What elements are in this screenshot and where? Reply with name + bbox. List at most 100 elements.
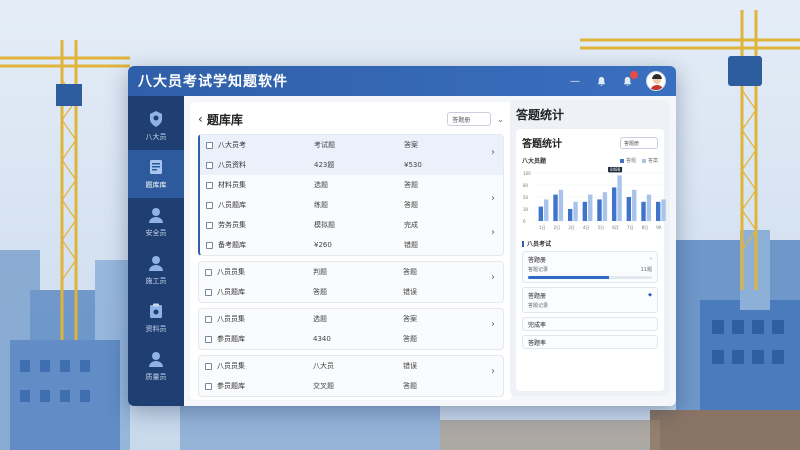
x-tick-label: 5日 — [598, 225, 605, 230]
table-row[interactable]: 参员题库 交叉题 答题 — [199, 376, 503, 396]
row-checkbox[interactable] — [205, 335, 212, 343]
chevron-right-icon[interactable]: › — [491, 147, 495, 158]
table-row[interactable]: 八大员考 考试题 答案 — [200, 135, 503, 155]
table-row[interactable]: 劳务员集 模拟题 完成 — [200, 215, 503, 235]
sidebar-item-tiku[interactable]: 题库库 — [128, 150, 184, 198]
chevron-right-icon[interactable]: › — [491, 272, 495, 283]
table-row[interactable]: 材料员集 选题 答题 — [200, 175, 503, 195]
row-checkbox[interactable] — [206, 201, 213, 209]
y-tick-label: 80 — [523, 183, 529, 188]
chart-bar — [597, 199, 602, 221]
row-checkbox[interactable] — [206, 241, 213, 249]
row-checkbox[interactable] — [205, 362, 212, 370]
stat-row[interactable]: 答题率 — [522, 335, 658, 349]
document-icon — [150, 160, 162, 174]
notification-badge — [630, 71, 638, 79]
clipboard-icon — [150, 303, 162, 318]
legend-item: 答题 — [619, 157, 636, 164]
table-row[interactable]: 八员员集 八大员 错误 — [199, 356, 503, 376]
chart-annotation: 8488 — [608, 166, 623, 173]
sidebar-item-label: 质量员 — [145, 373, 167, 381]
user-icon — [149, 352, 163, 367]
table-row[interactable]: 八员资料 423题 ¥530 — [200, 155, 503, 175]
sidebar-item-shigongyuan[interactable]: 施工员 — [128, 246, 184, 294]
chart-bar — [602, 192, 608, 221]
notification-icon[interactable] — [620, 71, 638, 88]
question-group: › › › 八大员考 考试题 答案 八员资料 423题 ¥530 材料员集 选题… — [198, 134, 504, 256]
sidebar-item-label: 安全员 — [145, 229, 167, 237]
title-bar: 八大员考试学知题软件 — — [128, 66, 676, 96]
chevron-down-icon[interactable]: ⌄ — [497, 115, 504, 124]
chart-bar — [655, 201, 661, 221]
row-checkbox[interactable] — [205, 382, 212, 390]
table-row[interactable]: 八员员集 判题 答题 — [199, 262, 503, 282]
x-tick-label: 8日 — [642, 225, 649, 230]
filter-select[interactable]: 答题册 — [447, 112, 492, 126]
question-group: › 八员员集 判题 答题 八员题库 答题 错误 — [198, 261, 504, 303]
chart-title: 八大员题 — [522, 158, 547, 165]
minimize-icon[interactable]: — — [568, 74, 582, 88]
chevron-right-icon[interactable]: › — [491, 319, 495, 330]
stats-inner-title: 答题统计 — [522, 139, 562, 150]
y-tick-label: 30 — [523, 207, 529, 212]
chart-bar — [646, 194, 652, 221]
page-title: 题库库 — [206, 112, 243, 127]
bar-chart: 100 80 50 30 0 1日 2日 3日 4日 5日 6月 7日 8日 9A 8488 — [523, 166, 668, 230]
chart-bar — [661, 199, 666, 221]
chart-bar — [567, 209, 573, 221]
legend-item: 答案 — [641, 157, 658, 164]
stats-panel: 答题统计 答题统计 答题册 八大员题 答题 答案 100 80 50 30 0 1日 2日 3… — [510, 100, 670, 396]
stat-card[interactable]: 答题册 › 答题记录 11题 — [522, 251, 658, 283]
x-tick-label: 3日 — [568, 225, 575, 230]
chart-bar — [632, 189, 637, 221]
stats-card: 答题统计 答题册 八大员题 答题 答案 100 80 50 30 0 1日 2日 3日 4日 5日… — [516, 129, 668, 391]
stats-filter-select[interactable]: 答题册 — [620, 136, 658, 149]
row-checkbox[interactable] — [206, 221, 213, 229]
stat-card[interactable]: 答题册 ◆ 答题记录 — [522, 287, 658, 313]
user-icon — [149, 208, 163, 223]
table-row[interactable]: 八员题库 练题 答题 — [200, 195, 503, 215]
row-checkbox[interactable] — [205, 268, 212, 276]
question-bank-panel: ‹ 题库库 答题册 ⌄ › › › 八大员考 考试题 答案 八员资料 423题 … — [190, 102, 512, 400]
table-row[interactable]: 八员题库 答题 错误 — [199, 282, 503, 302]
chart-bar — [544, 199, 549, 221]
row-checkbox[interactable] — [206, 181, 213, 189]
stats-title: 答题统计 — [516, 108, 565, 122]
sidebar-item-label: 八大员 — [145, 133, 167, 141]
sidebar-item-label: 施工员 — [145, 277, 167, 285]
chevron-right-icon[interactable]: › — [491, 193, 495, 204]
sidebar: 八大员 题库库 安全员 施工员 资料员 质量员 — [128, 96, 184, 406]
row-checkbox[interactable] — [206, 141, 213, 149]
progress-bar — [528, 276, 652, 279]
row-checkbox[interactable] — [205, 288, 212, 296]
chevron-right-icon[interactable]: › — [491, 366, 495, 377]
stat-row[interactable]: 完成率 — [522, 317, 658, 331]
x-tick-label: 7日 — [627, 225, 634, 230]
y-tick-label: 100 — [523, 171, 531, 176]
sidebar-item-anquanyuan[interactable]: 安全员 — [128, 198, 184, 246]
bell-icon[interactable] — [594, 74, 608, 88]
chevron-right-icon[interactable]: › — [491, 227, 495, 238]
back-arrow-icon[interactable]: ‹ — [198, 112, 203, 126]
sidebar-item-ziliaoyuan[interactable]: 资料员 — [128, 294, 184, 342]
x-tick-label: 9A — [656, 225, 662, 230]
section-title: 八员考试 — [527, 241, 552, 248]
question-group: › 八员员集 选题 答案 参员题库 4340 答题 — [198, 308, 504, 350]
avatar[interactable] — [646, 71, 666, 91]
sidebar-item-badaiyuan[interactable]: 八大员 — [128, 102, 184, 150]
chart-bar — [641, 201, 646, 221]
chart-bar — [617, 175, 622, 221]
x-tick-label: 2日 — [554, 225, 561, 230]
chart-legend: 答题 答案 — [619, 157, 658, 164]
table-row[interactable]: 备考题库 ¥260 错题 — [200, 235, 503, 255]
row-checkbox[interactable] — [206, 161, 213, 169]
chart-bar — [611, 187, 617, 221]
user-icon — [149, 256, 163, 271]
table-row[interactable]: 参员题库 4340 答题 — [199, 329, 503, 349]
y-tick-label: 0 — [523, 219, 526, 224]
table-row[interactable]: 八员员集 选题 答案 — [199, 309, 503, 329]
x-tick-label: 4日 — [583, 225, 590, 230]
sidebar-item-zhiliangyuan[interactable]: 质量员 — [128, 342, 184, 390]
row-checkbox[interactable] — [205, 315, 212, 323]
chart-bar — [582, 201, 588, 221]
